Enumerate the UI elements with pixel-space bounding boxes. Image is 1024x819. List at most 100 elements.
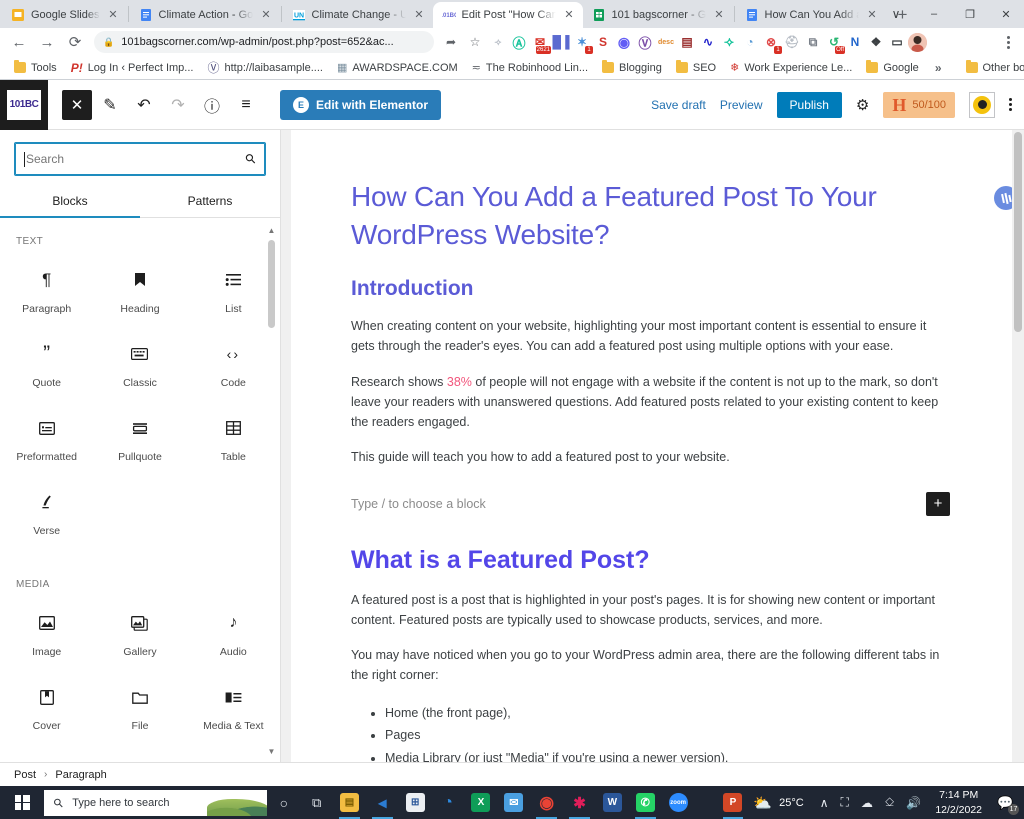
notion-extension[interactable]: N	[845, 32, 865, 52]
sidepanel-extension[interactable]: ▭	[887, 32, 907, 52]
scroll-down-icon[interactable]: ▼	[267, 747, 276, 756]
yoast-avatar-button[interactable]	[969, 91, 995, 118]
camera-tray-icon[interactable]: ⛶	[834, 795, 854, 810]
bookmark-tools[interactable]: Tools	[8, 60, 63, 76]
block-gallery[interactable]: Gallery	[93, 600, 186, 674]
tab-close-icon[interactable]: ✕	[106, 8, 121, 23]
onoff-extension[interactable]: ↺ Off	[824, 32, 845, 54]
windows-start-icon[interactable]	[0, 786, 44, 819]
empty-block-row[interactable]: Type / to choose a block +	[351, 491, 952, 516]
scroll-up-icon[interactable]: ▲	[267, 226, 276, 235]
tab-blocks[interactable]: Blocks	[0, 184, 140, 218]
zoom-icon[interactable]: zoom	[662, 786, 695, 819]
bookmark-work-experience[interactable]: ❄ Work Experience Le...	[724, 59, 858, 76]
volume-icon[interactable]: 🔊	[900, 796, 927, 810]
analytics-extension[interactable]: ∿	[698, 32, 718, 52]
whatsapp-icon[interactable]: ✆	[629, 786, 662, 819]
chrome-icon[interactable]: ◉	[530, 786, 563, 819]
tab-close-icon[interactable]: ✕	[562, 8, 577, 23]
bookmark-google[interactable]: Google	[860, 60, 924, 76]
browser-tab-2[interactable]: UN Climate Change - U ✕	[283, 2, 433, 28]
loom-extension[interactable]: ◉	[614, 32, 634, 52]
browser-tab-3-active[interactable]: 101BC Edit Post "How Can ✕	[432, 2, 583, 28]
action-center-icon[interactable]: 💬 17	[990, 786, 1020, 819]
mail-icon[interactable]: ✉	[497, 786, 530, 819]
grammarly-extension[interactable]: ⟢	[488, 32, 508, 52]
minimize-button[interactable]: –	[916, 0, 952, 28]
address-bar[interactable]: 🔒 101bagscorner.com/wp-admin/post.php?po…	[94, 31, 434, 53]
share-icon[interactable]: ➦	[440, 31, 462, 53]
block-media-text[interactable]: Media & Text	[187, 674, 280, 748]
editor-options-kebab-icon[interactable]	[1009, 98, 1012, 111]
avatar[interactable]	[908, 32, 927, 52]
page-title[interactable]: How Can You Add a Featured Post To Your …	[351, 178, 952, 253]
scrollbar-thumb[interactable]	[268, 240, 275, 328]
edge-icon[interactable]: ◔	[432, 786, 465, 819]
block-heading[interactable]: Heading	[93, 257, 186, 331]
browser-tab-4[interactable]: 101 bagscorner - G ✕	[583, 2, 733, 28]
vscode-icon[interactable]: ◂	[366, 786, 399, 819]
search-input[interactable]: ⚲ Type here to search	[44, 789, 268, 816]
site-logo[interactable]: 101BC	[0, 79, 48, 130]
kebab-menu-icon[interactable]	[998, 35, 1018, 49]
add-block-button[interactable]: +	[926, 491, 950, 516]
taskbar-clock[interactable]: 7:14 PM 12/2/2022	[927, 788, 990, 816]
clipboard-extension[interactable]: ▤	[677, 32, 697, 52]
paragraph-block-1[interactable]: When creating content on your website, h…	[351, 316, 943, 357]
tab-close-icon[interactable]: ✕	[712, 8, 727, 23]
close-editor-button[interactable]: ✕	[62, 89, 92, 120]
bookmarks-overflow-button[interactable]: »	[929, 61, 948, 75]
breadcrumb-item-post[interactable]: Post	[14, 769, 36, 781]
onedrive-icon[interactable]: ☁	[855, 796, 879, 810]
block-code[interactable]: ‹› Code	[187, 331, 280, 405]
grammarly-alt-extension[interactable]: ⟢	[719, 32, 739, 52]
bookmark-robinhood[interactable]: ≂ The Robinhood Lin...	[466, 59, 594, 76]
inserter-scrollbar[interactable]: ▲ ▼	[267, 226, 276, 756]
powerpoint-icon[interactable]: P	[717, 786, 750, 819]
microsoft-store-icon[interactable]: ⊞	[399, 786, 432, 819]
grammarly-float-icon[interactable]	[994, 186, 1012, 210]
block-classic[interactable]: Classic	[93, 331, 186, 405]
breadcrumb-item-paragraph[interactable]: Paragraph	[55, 769, 106, 781]
shield-extension[interactable]: ⛑	[782, 32, 802, 52]
block-pullquote[interactable]: Pullquote	[93, 405, 186, 479]
gmail-checker-extension[interactable]: ✉ 2621	[530, 32, 551, 54]
star-icon[interactable]: ☆	[464, 31, 486, 53]
edit-with-elementor-button[interactable]: E Edit with Elementor	[280, 89, 442, 120]
bookmark-blogging[interactable]: Blogging	[596, 60, 668, 76]
paragraph-block-3[interactable]: This guide will teach you how to add a f…	[351, 447, 943, 467]
tab-close-icon[interactable]: ✕	[259, 8, 274, 23]
tab-close-icon[interactable]: ✕	[412, 8, 427, 23]
sparkle-extension[interactable]: ✶ 1	[572, 32, 593, 54]
back-icon[interactable]: ←	[6, 29, 32, 55]
slack-icon[interactable]: ✱	[563, 786, 596, 819]
cortana-icon[interactable]: ○	[267, 786, 300, 819]
browser-tab-5[interactable]: How Can You Add a ✕	[736, 2, 886, 28]
browser-tab-1[interactable]: Climate Action - Go ✕	[130, 2, 280, 28]
bookmark-seo[interactable]: SEO	[670, 60, 722, 76]
section-heading-introduction[interactable]: Introduction	[351, 277, 952, 301]
preview-button[interactable]: Preview	[720, 98, 763, 112]
tab-search-icon[interactable]: ∨	[876, 0, 916, 28]
block-file[interactable]: File	[93, 674, 186, 748]
desc-extension[interactable]: desc	[656, 32, 676, 52]
list-item[interactable]: Media Library (or just "Media" if you're…	[385, 747, 952, 762]
keywords-extension[interactable]: ⊗ 1	[761, 32, 782, 54]
word-icon[interactable]: W	[596, 786, 629, 819]
bookmark-awardspace[interactable]: ▦ AWARDSPACE.COM	[331, 59, 464, 76]
block-cover[interactable]: Cover	[0, 674, 93, 748]
redo-icon[interactable]: ↷	[162, 89, 194, 121]
block-list[interactable]: List	[187, 257, 280, 331]
seo-score-badge[interactable]: H 50/100	[883, 91, 955, 118]
block-verse[interactable]: Verse	[0, 479, 93, 553]
gear-icon[interactable]: ⚙	[856, 96, 869, 114]
reload-icon[interactable]: ⟳	[62, 29, 88, 55]
publish-button[interactable]: Publish	[776, 91, 842, 118]
task-view-icon[interactable]: ⧉	[300, 786, 333, 819]
bullet-list-block[interactable]: Home (the front page), Pages Media Libra…	[351, 702, 952, 762]
network-icon[interactable]: ⎐	[879, 795, 900, 810]
paragraph-block-4[interactable]: A featured post is a post that is highli…	[351, 590, 943, 631]
wifi-extension[interactable]: ◔	[740, 32, 760, 52]
editor-canvas[interactable]: How Can You Add a Featured Post To Your …	[291, 130, 1012, 762]
bookmark-laibasample[interactable]: Ⓥ http://laibasample....	[201, 57, 328, 78]
